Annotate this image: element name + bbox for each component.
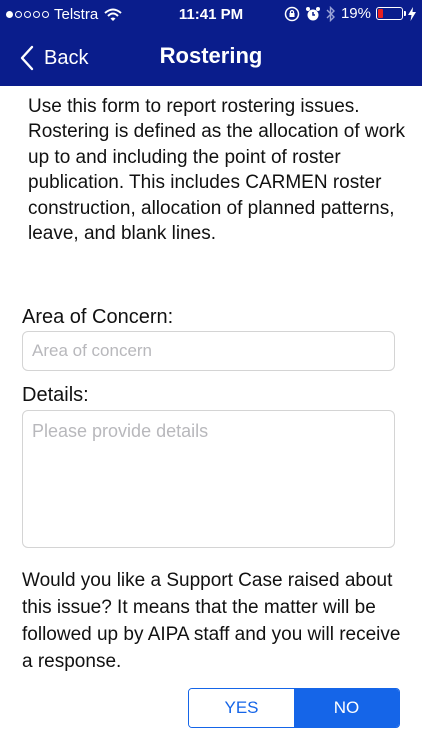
status-bar: Telstra 11:41 PM 19%	[0, 0, 422, 30]
page-title: Rostering	[159, 43, 263, 68]
bluetooth-icon	[326, 5, 335, 22]
form-intro-text: Use this form to report rostering issues…	[28, 96, 406, 245]
details-textarea[interactable]	[22, 410, 395, 548]
app-header: Telstra 11:41 PM 19% Back Rostering	[0, 0, 422, 86]
support-case-toggle: YES NO	[188, 688, 400, 728]
no-button[interactable]: NO	[294, 689, 399, 727]
charging-icon	[408, 6, 416, 21]
lock-rotation-icon	[284, 6, 300, 21]
area-of-concern-input[interactable]	[22, 331, 395, 371]
support-case-question: Would you like a Support Case raised abo…	[22, 570, 401, 672]
navigation-bar: Back Rostering	[0, 30, 422, 86]
alarm-icon	[305, 6, 320, 20]
yes-button[interactable]: YES	[189, 689, 294, 727]
status-right: 19%	[284, 5, 416, 22]
battery-icon	[376, 7, 406, 20]
area-of-concern-label: Area of Concern:	[22, 306, 174, 328]
details-label: Details:	[22, 384, 89, 406]
battery-percentage: 19%	[340, 5, 371, 22]
